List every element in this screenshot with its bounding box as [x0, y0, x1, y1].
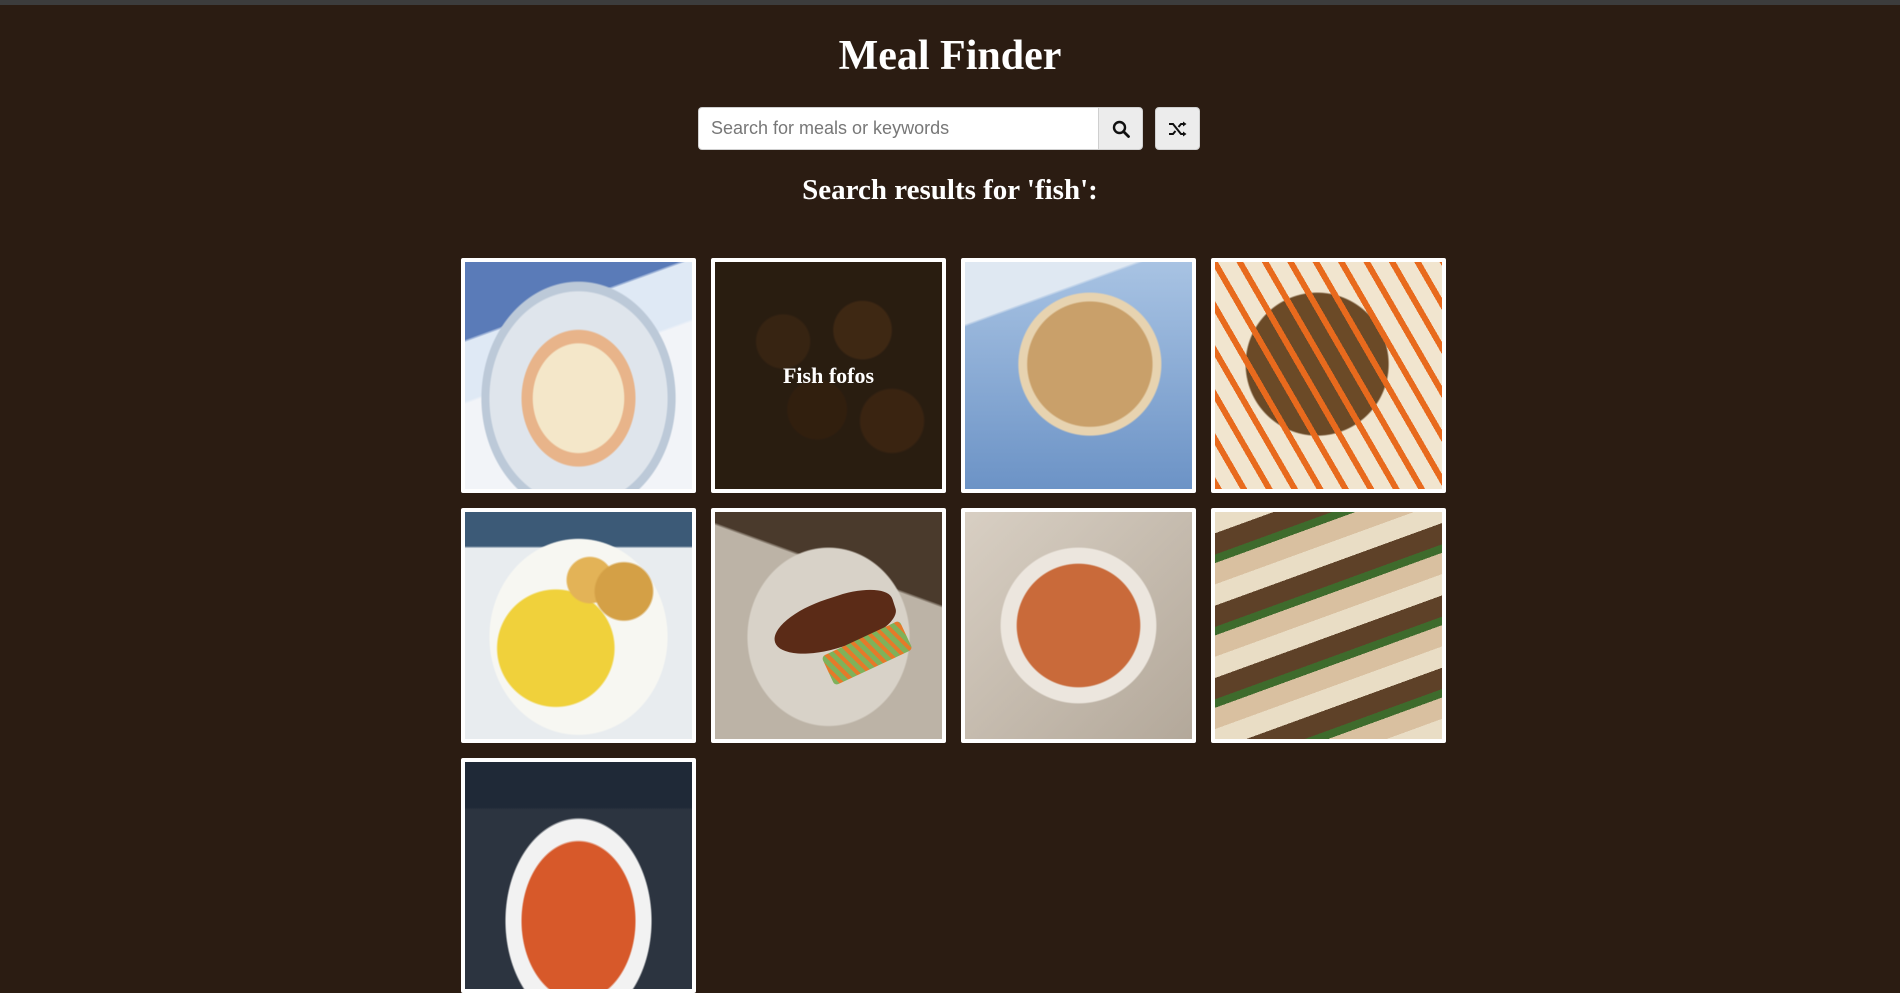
meal-card[interactable] [461, 508, 696, 743]
meal-card[interactable] [1211, 508, 1446, 743]
app-container: Meal Finder Search results for 'fish': [0, 0, 1900, 993]
search-icon [1112, 120, 1130, 138]
meals-grid: Fish fofos [461, 258, 1461, 993]
search-input[interactable] [698, 107, 1098, 150]
page-title: Meal Finder [838, 33, 1062, 79]
meal-name: Fish fofos [782, 362, 875, 388]
meal-card[interactable] [461, 758, 696, 993]
meal-card[interactable] [1211, 258, 1446, 493]
search-button[interactable] [1098, 107, 1143, 150]
meal-card[interactable] [961, 258, 1196, 493]
meal-card[interactable]: Fish fofos [711, 258, 946, 493]
random-meal-button[interactable] [1155, 107, 1200, 150]
shuffle-icon [1168, 121, 1186, 136]
meal-card[interactable] [711, 508, 946, 743]
meal-card[interactable] [461, 258, 696, 493]
results-heading: Search results for 'fish': [802, 174, 1098, 206]
meal-card[interactable] [961, 508, 1196, 743]
meal-info: Fish fofos [715, 262, 942, 489]
search-form [698, 107, 1200, 150]
